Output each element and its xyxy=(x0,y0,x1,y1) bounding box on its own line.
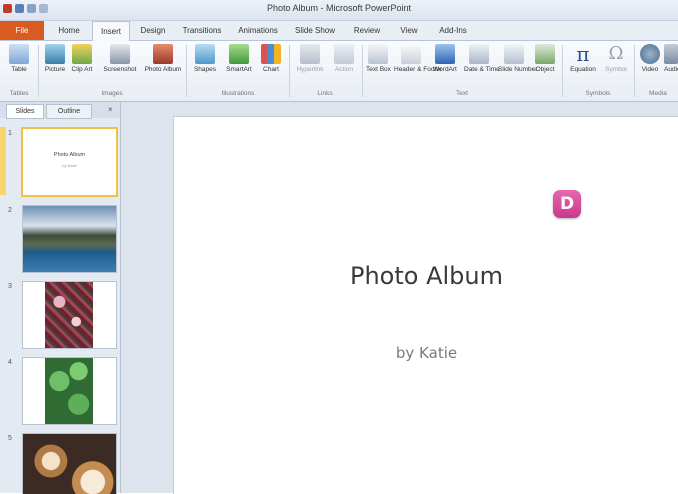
ribbon: Table Tables Picture Clip Art Screenshot… xyxy=(0,41,678,102)
tab-animations[interactable]: Animations xyxy=(232,21,284,40)
thumbnail-subtitle: by Katie xyxy=(62,163,77,168)
slide-number-button[interactable]: Slide Number xyxy=(498,44,537,74)
group-separator xyxy=(562,45,563,97)
tab-view[interactable]: View xyxy=(392,21,426,40)
photo-album-button[interactable]: Photo Album xyxy=(144,44,182,74)
group-separator xyxy=(634,45,635,97)
tab-insert[interactable]: Insert xyxy=(92,21,130,41)
header-footer-button[interactable]: Header & Footer xyxy=(394,44,442,74)
tab-slide-show[interactable]: Slide Show xyxy=(290,21,340,40)
ribbon-tab-row: File Home Insert Design Transitions Anim… xyxy=(0,21,678,41)
step-callout-badge: D xyxy=(553,190,581,218)
group-label-symbols: Symbols xyxy=(585,90,611,97)
slides-pane: Slides Outline × 1 Photo Album by Katie … xyxy=(0,102,121,494)
slide-thumbnail-2[interactable] xyxy=(22,205,117,273)
close-pane-icon[interactable]: × xyxy=(108,105,113,114)
header-footer-icon xyxy=(401,44,421,64)
picture-button[interactable]: Picture xyxy=(42,44,68,74)
tab-slides[interactable]: Slides xyxy=(6,104,44,119)
title-bar: Photo Album - Microsoft PowerPoint xyxy=(0,0,678,21)
chart-icon xyxy=(261,44,281,64)
hyperlink-icon xyxy=(300,44,320,64)
photo-album-icon xyxy=(153,44,173,64)
object-icon xyxy=(535,44,555,64)
group-separator xyxy=(289,45,290,97)
slide-number-icon xyxy=(504,44,524,64)
group-label-media: Media xyxy=(649,90,667,97)
slide-thumbnail-1[interactable]: Photo Album by Katie xyxy=(21,127,118,197)
tab-design[interactable]: Design xyxy=(134,21,172,40)
slide-number-1: 1 xyxy=(8,130,12,137)
slide-subtitle[interactable]: by Katie xyxy=(174,344,678,362)
date-time-icon xyxy=(469,44,489,64)
slide-thumbnail-4[interactable] xyxy=(22,357,117,425)
coffee-photo xyxy=(23,434,116,494)
tab-home[interactable]: Home xyxy=(50,21,88,40)
group-separator xyxy=(38,45,39,97)
screenshot-icon xyxy=(110,44,130,64)
symbol-button[interactable]: Ω Symbol xyxy=(602,44,630,74)
slide-editor: Photo Album by Katie xyxy=(121,102,678,494)
audio-button[interactable]: Audio xyxy=(664,44,678,74)
tab-outline[interactable]: Outline xyxy=(46,104,92,119)
window-title: Photo Album - Microsoft PowerPoint xyxy=(266,3,412,13)
tab-review[interactable]: Review xyxy=(348,21,386,40)
smartart-button[interactable]: SmartArt xyxy=(222,44,256,74)
video-button[interactable]: Video xyxy=(638,44,662,74)
shapes-button[interactable]: Shapes xyxy=(190,44,220,74)
slide-thumbnail-5[interactable] xyxy=(22,433,117,494)
action-icon xyxy=(334,44,354,64)
flowers-photo xyxy=(45,282,93,348)
shapes-icon xyxy=(195,44,215,64)
slide-number-4: 4 xyxy=(8,359,12,366)
slide-title[interactable]: Photo Album xyxy=(174,262,678,290)
group-label-illustrations: Illustrations xyxy=(221,90,255,97)
table-button[interactable]: Table xyxy=(4,44,34,74)
slide-canvas[interactable]: Photo Album by Katie xyxy=(173,116,678,494)
group-label-text: Text xyxy=(456,90,468,97)
text-box-button[interactable]: Text Box xyxy=(366,44,391,74)
group-label-links: Links xyxy=(317,90,333,97)
wordart-icon xyxy=(435,44,455,64)
selection-indicator xyxy=(0,127,6,195)
smartart-icon xyxy=(229,44,249,64)
object-button[interactable]: Object xyxy=(532,44,558,74)
thumbnail-title: Photo Album xyxy=(53,152,86,158)
group-label-tables: Tables xyxy=(9,90,29,97)
date-time-button[interactable]: Date & Time xyxy=(464,44,500,74)
slide-number-3: 3 xyxy=(8,283,12,290)
clip-art-button[interactable]: Clip Art xyxy=(70,44,94,74)
tab-file[interactable]: File xyxy=(0,21,44,40)
tab-transitions[interactable]: Transitions xyxy=(176,21,228,40)
group-separator xyxy=(186,45,187,97)
omega-icon: Ω xyxy=(608,43,624,64)
pi-icon: π xyxy=(576,42,590,66)
pool-photo xyxy=(23,206,116,272)
text-box-icon xyxy=(368,44,388,64)
screenshot-button[interactable]: Screenshot xyxy=(100,44,140,74)
wordart-button[interactable]: WordArt xyxy=(430,44,460,74)
group-label-images: Images xyxy=(101,90,123,97)
clip-art-icon xyxy=(72,44,92,64)
video-icon xyxy=(640,44,660,64)
group-separator xyxy=(362,45,363,97)
slide-thumbnail-3[interactable] xyxy=(22,281,117,349)
audio-icon xyxy=(664,44,678,64)
picture-icon xyxy=(45,44,65,64)
table-icon xyxy=(9,44,29,64)
pane-tab-row: Slides Outline × xyxy=(0,102,120,119)
hyperlink-button[interactable]: Hyperlink xyxy=(292,44,328,74)
action-button[interactable]: Action xyxy=(330,44,358,74)
slide-number-5: 5 xyxy=(8,435,12,442)
tab-add-ins[interactable]: Add-Ins xyxy=(432,21,474,40)
equation-button[interactable]: π Equation xyxy=(566,44,600,74)
leaves-photo xyxy=(45,358,93,424)
slide-number-2: 2 xyxy=(8,207,12,214)
chart-button[interactable]: Chart xyxy=(258,44,284,74)
